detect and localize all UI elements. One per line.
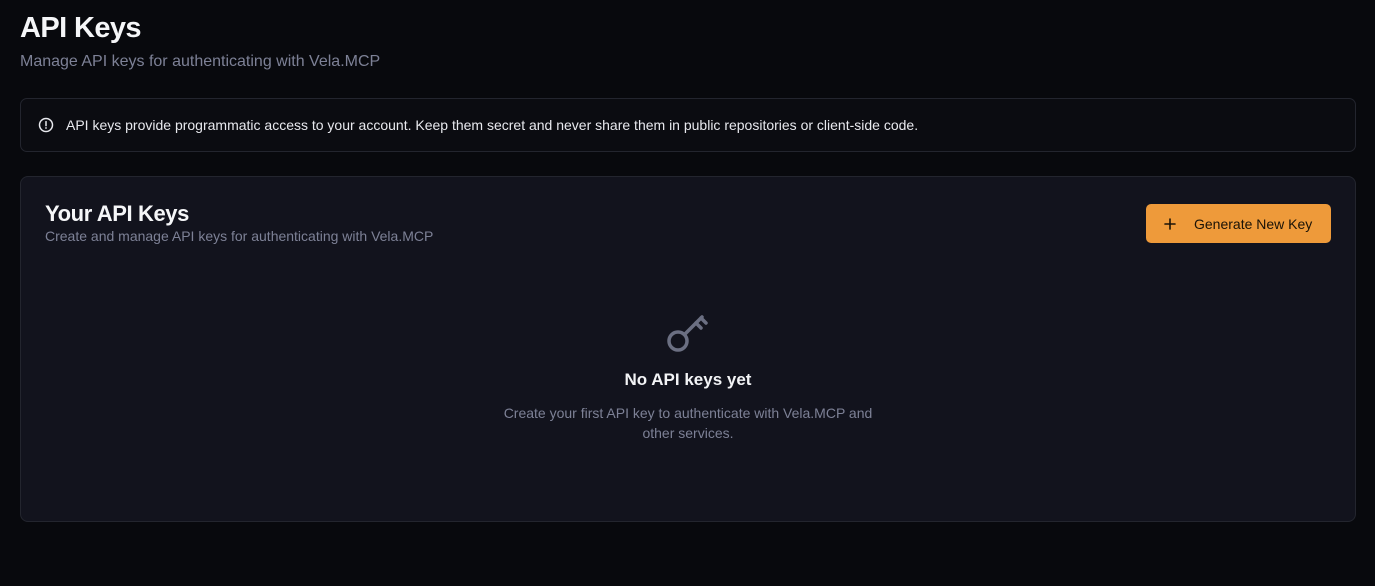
page-title: API Keys xyxy=(20,12,142,44)
card-subtitle: Create and manage API keys for authentic… xyxy=(45,228,434,244)
empty-state-description: Create your first API key to authenticat… xyxy=(503,405,873,441)
empty-state: No API keys yet Create your first API ke… xyxy=(21,307,1355,443)
generate-new-key-label: Generate New Key xyxy=(1194,215,1313,232)
notice-text: API keys provide programmatic access to … xyxy=(66,117,919,133)
api-keys-page: API Keys Manage API keys for authenticat… xyxy=(0,0,1375,586)
generate-new-key-button[interactable]: Generate New Key xyxy=(1146,204,1331,243)
alert-circle-icon xyxy=(38,117,54,133)
empty-state-title: No API keys yet xyxy=(624,370,752,389)
key-icon xyxy=(664,307,712,355)
card-title: Your API Keys xyxy=(45,201,189,226)
api-keys-card: Your API Keys Create and manage API keys… xyxy=(20,176,1356,522)
security-notice: API keys provide programmatic access to … xyxy=(20,98,1356,152)
plus-icon xyxy=(1163,217,1177,231)
page-subtitle: Manage API keys for authenticating with … xyxy=(20,53,381,70)
